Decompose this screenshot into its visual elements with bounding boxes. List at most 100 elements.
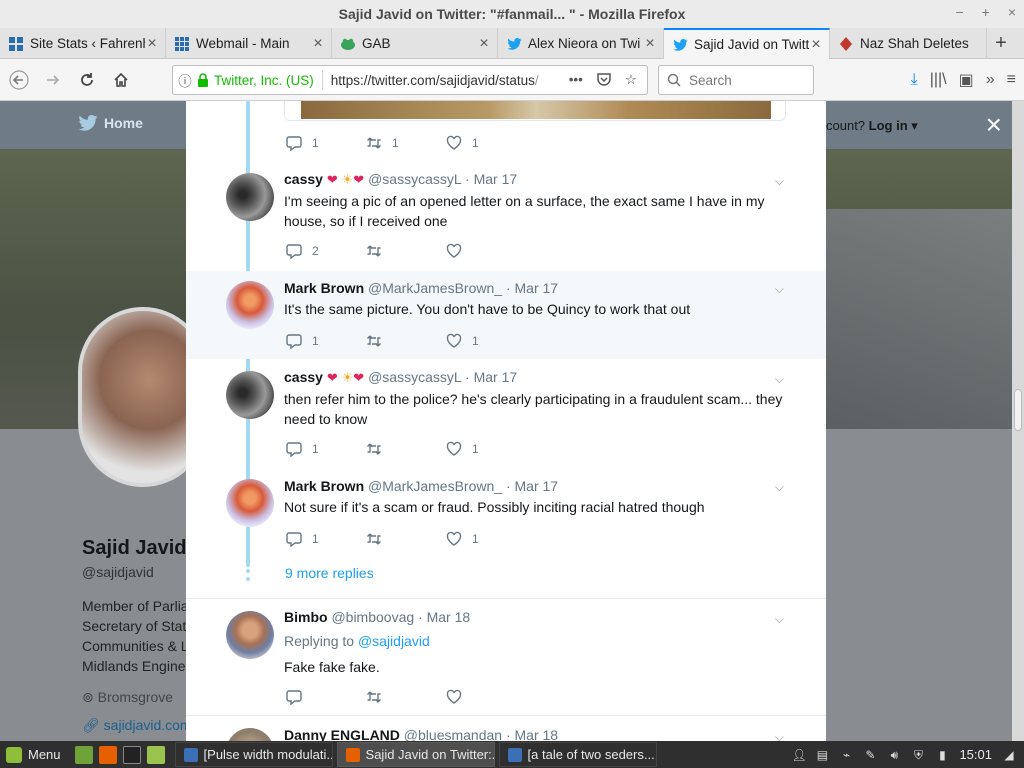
tab-close-button[interactable]: ×	[311, 35, 325, 53]
maximize-button[interactable]: +	[982, 4, 990, 20]
search-input[interactable]: Search	[658, 65, 814, 95]
info-icon[interactable]: ⓘ	[173, 70, 197, 90]
tab-alex-nieora[interactable]: Alex Nieora on Twi ×	[498, 28, 664, 59]
tab-webmail[interactable]: Webmail - Main ×	[166, 28, 332, 59]
tweet[interactable]: cassy ❤ ☀❤ @sassycassyL · Mar 17 ⌵ then …	[186, 359, 826, 467]
author-name[interactable]: Bimbo	[284, 609, 328, 625]
tweet-date[interactable]: · Mar 17	[465, 171, 517, 187]
tab-gab[interactable]: GAB ×	[332, 28, 498, 59]
avatar[interactable]	[226, 611, 274, 659]
clipboard-icon[interactable]: ▤	[815, 748, 829, 762]
terminal-icon[interactable]	[122, 745, 141, 764]
author-name[interactable]: Mark Brown	[284, 280, 364, 296]
folder-icon[interactable]	[146, 745, 165, 764]
library-icon[interactable]: |||\	[930, 71, 947, 89]
twitter-home-link[interactable]: Home	[78, 115, 143, 131]
sidebar-icon[interactable]: ▣	[959, 70, 974, 90]
pocket-icon[interactable]	[597, 72, 611, 89]
network-icon[interactable]: ⌁	[839, 748, 853, 762]
scrollbar-thumb[interactable]	[1014, 389, 1022, 431]
avatar[interactable]	[226, 728, 274, 741]
shield-icon[interactable]: ⛨	[911, 748, 925, 762]
author-handle[interactable]: @MarkJamesBrown_	[368, 478, 502, 494]
author-name[interactable]: cassy	[284, 369, 323, 385]
chevron-down-icon[interactable]: ⌵	[775, 174, 784, 189]
retweet-button[interactable]	[366, 243, 446, 259]
chevron-down-icon[interactable]: ⌵	[775, 372, 784, 387]
close-modal-button[interactable]: ×	[986, 111, 1002, 139]
author-handle[interactable]: @sassycassyL	[368, 369, 461, 385]
tab-site-stats[interactable]: Site Stats ‹ Fahrenh ×	[0, 28, 166, 59]
tweet-date[interactable]: · Mar 17	[506, 478, 558, 494]
close-window-button[interactable]: ×	[1008, 4, 1016, 20]
site-identity[interactable]: Twitter, Inc. (US)	[197, 70, 323, 90]
like-button[interactable]: 1	[446, 531, 526, 547]
url-bar[interactable]: ⓘ Twitter, Inc. (US) https://twitter.com…	[172, 65, 648, 95]
tweet-date[interactable]: · Mar 18	[418, 609, 470, 625]
tweet[interactable]: Bimbo @bimboovag · Mar 18 ⌵ Replying to …	[186, 599, 826, 715]
author-name[interactable]: Mark Brown	[284, 478, 364, 494]
clock[interactable]: 15:01	[959, 747, 992, 762]
reload-button[interactable]	[72, 65, 102, 95]
show-desktop-icon[interactable]	[74, 745, 93, 764]
url-text[interactable]: https://twitter.com/sajidjavid/status/	[323, 73, 569, 88]
author-handle[interactable]: @bluesmandan	[404, 727, 502, 741]
tweet-date[interactable]: · Mar 17	[465, 369, 517, 385]
profile-link[interactable]: 🔗︎ sajidjavid.com	[82, 717, 192, 734]
tab-close-button[interactable]: ×	[477, 35, 491, 53]
reply-button[interactable]: 1	[286, 531, 366, 547]
minimize-button[interactable]: −	[955, 4, 963, 20]
retweet-button[interactable]	[366, 333, 446, 349]
firefox-icon[interactable]	[98, 745, 117, 764]
more-replies-link[interactable]: 9 more replies	[285, 565, 374, 581]
back-button[interactable]	[4, 65, 34, 95]
reply-button[interactable]: 2	[286, 243, 366, 259]
tweet-date[interactable]: · Mar 18	[506, 727, 558, 741]
page-scrollbar[interactable]	[1012, 101, 1024, 741]
tab-close-button[interactable]: ×	[145, 35, 159, 53]
chevron-down-icon[interactable]: ⌵	[775, 612, 784, 627]
tab-naz-shah[interactable]: Naz Shah Deletes	[830, 28, 987, 59]
taskbar-item[interactable]: Sajid Javid on Twitter:...	[336, 742, 495, 767]
retweet-button[interactable]: 1	[366, 135, 446, 151]
like-button[interactable]: 1	[446, 135, 526, 151]
retweet-button[interactable]	[366, 531, 446, 547]
reply-button[interactable]: 1	[286, 441, 366, 457]
user-icon[interactable]: 👤︎	[791, 748, 806, 762]
author-name[interactable]: Danny ENGLAND	[284, 727, 400, 741]
avatar[interactable]	[226, 371, 274, 419]
page-actions-button[interactable]: •••	[569, 72, 583, 89]
like-button[interactable]: 1	[446, 441, 526, 457]
retweet-button[interactable]	[366, 441, 446, 457]
chevron-down-icon[interactable]: ⌵	[775, 730, 784, 741]
start-menu-button[interactable]: Menu	[0, 741, 69, 768]
author-handle[interactable]: @bimboovag	[331, 609, 414, 625]
tweet[interactable]: Danny ENGLAND @bluesmandan · Mar 18 ⌵	[186, 716, 826, 741]
taskbar-item[interactable]: [Pulse width modulati...	[174, 742, 333, 767]
reply-button[interactable]: 1	[286, 135, 366, 151]
pen-icon[interactable]: ✎	[863, 748, 877, 762]
avatar[interactable]	[226, 173, 274, 221]
login-button[interactable]: Log in ▾	[869, 118, 918, 133]
reply-button[interactable]	[286, 689, 366, 705]
retweet-button[interactable]	[366, 689, 446, 705]
tab-close-button[interactable]: ×	[809, 36, 823, 54]
reply-button[interactable]: 1	[286, 333, 366, 349]
new-tab-button[interactable]: +	[987, 28, 1015, 58]
overflow-icon[interactable]: »	[986, 71, 995, 89]
tweet-media[interactable]	[284, 101, 786, 121]
corner-icon[interactable]: ◢	[1002, 748, 1016, 762]
avatar[interactable]	[226, 281, 274, 329]
chevron-down-icon[interactable]: ⌵	[775, 480, 784, 495]
avatar[interactable]	[226, 479, 274, 527]
like-button[interactable]	[446, 243, 526, 259]
tab-close-button[interactable]: ×	[643, 35, 657, 53]
replying-to-handle[interactable]: @sajidjavid	[358, 633, 430, 649]
tab-sajid-javid[interactable]: Sajid Javid on Twitte ×	[664, 28, 830, 59]
author-handle[interactable]: @MarkJamesBrown_	[368, 280, 502, 296]
author-name[interactable]: cassy	[284, 171, 323, 187]
like-button[interactable]	[446, 689, 526, 705]
chevron-down-icon[interactable]: ⌵	[775, 282, 784, 297]
downloads-icon[interactable]: ⤓	[911, 71, 918, 89]
taskbar-item[interactable]: [a tale of two seders....	[498, 742, 657, 767]
